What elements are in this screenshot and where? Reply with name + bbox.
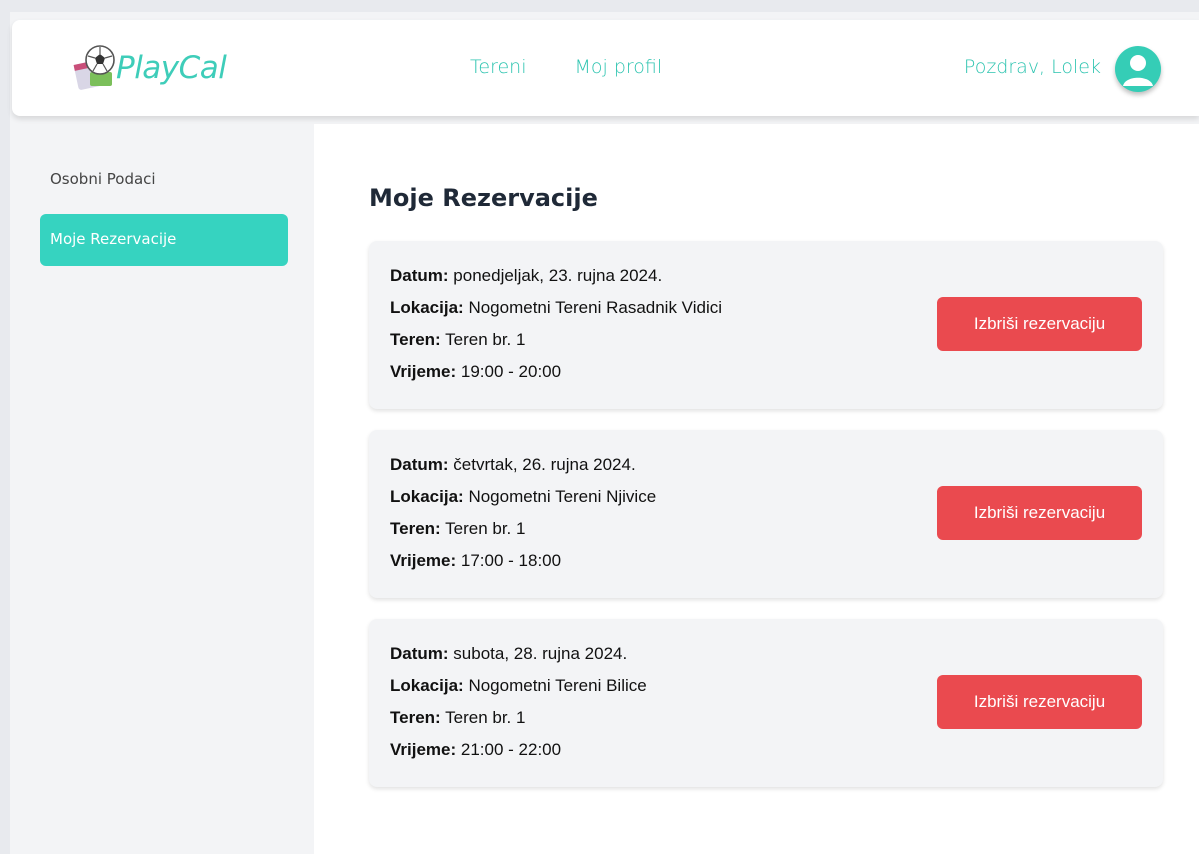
app-name: PlayCal [116,50,227,86]
reservation-date: četvrtak, 26. rujna 2024. [453,455,636,474]
reservation-card: Datum: četvrtak, 26. rujna 2024. Lokacij… [369,430,1163,598]
reservation-date: subota, 28. rujna 2024. [453,644,628,663]
reservation-location: Nogometni Tereni Bilice [468,676,647,695]
delete-reservation-button[interactable]: Izbriši rezervaciju [937,297,1142,351]
reservation-court: Teren br. 1 [445,330,526,349]
reservation-details: Datum: četvrtak, 26. rujna 2024. Lokacij… [390,454,656,582]
court-label: Teren: [390,708,441,727]
main-content: Moje Rezervacije Datum: ponedjeljak, 23.… [314,124,1199,854]
reservation-location: Nogometni Tereni Rasadnik Vidici [468,298,723,317]
window-frame-top [0,0,1199,12]
app-logo[interactable]: PlayCal [68,38,248,98]
time-label: Vrijeme: [390,740,457,759]
time-label: Vrijeme: [390,362,457,381]
reservation-court: Teren br. 1 [445,519,526,538]
time-label: Vrijeme: [390,551,457,570]
nav-link-tereni[interactable]: Tereni [470,56,526,78]
sidebar: Osobni Podaci Moje Rezervacije [10,124,314,854]
sidebar-item-osobni-podaci[interactable]: Osobni Podaci [40,154,288,206]
delete-reservation-button[interactable]: Izbriši rezervaciju [937,675,1142,729]
page-title: Moje Rezervacije [369,184,598,212]
sidebar-item-moje-rezervacije[interactable]: Moje Rezervacije [40,214,288,266]
reservation-card: Datum: ponedjeljak, 23. rujna 2024. Loka… [369,241,1163,409]
delete-reservation-button[interactable]: Izbriši rezervaciju [937,486,1142,540]
reservation-details: Datum: ponedjeljak, 23. rujna 2024. Loka… [390,265,722,393]
reservation-court: Teren br. 1 [445,708,526,727]
reservation-time: 19:00 - 20:00 [460,362,562,381]
main-nav: Tereni Moj profil [470,56,710,78]
location-label: Lokacija: [390,487,464,506]
court-label: Teren: [390,330,441,349]
reservation-card: Datum: subota, 28. rujna 2024. Lokacija:… [369,619,1163,787]
date-label: Datum: [390,266,449,285]
navbar: PlayCal Tereni Moj profil Pozdrav, Lolek [12,20,1199,116]
date-label: Datum: [390,455,449,474]
reservation-date: ponedjeljak, 23. rujna 2024. [453,266,663,285]
logo-ball-icon [68,42,120,94]
reservation-time: 21:00 - 22:00 [460,740,562,759]
nav-link-moj-profil[interactable]: Moj profil [574,56,662,78]
location-label: Lokacija: [390,298,464,317]
reservation-time: 17:00 - 18:00 [460,551,562,570]
window-frame-left [0,0,10,854]
reservation-location: Nogometni Tereni Njivice [468,487,657,506]
date-label: Datum: [390,644,449,663]
reservation-details: Datum: subota, 28. rujna 2024. Lokacija:… [390,643,647,771]
court-label: Teren: [390,519,441,538]
location-label: Lokacija: [390,676,464,695]
user-avatar-icon[interactable] [1115,46,1161,92]
user-greeting: Pozdrav, Lolek [963,56,1101,78]
